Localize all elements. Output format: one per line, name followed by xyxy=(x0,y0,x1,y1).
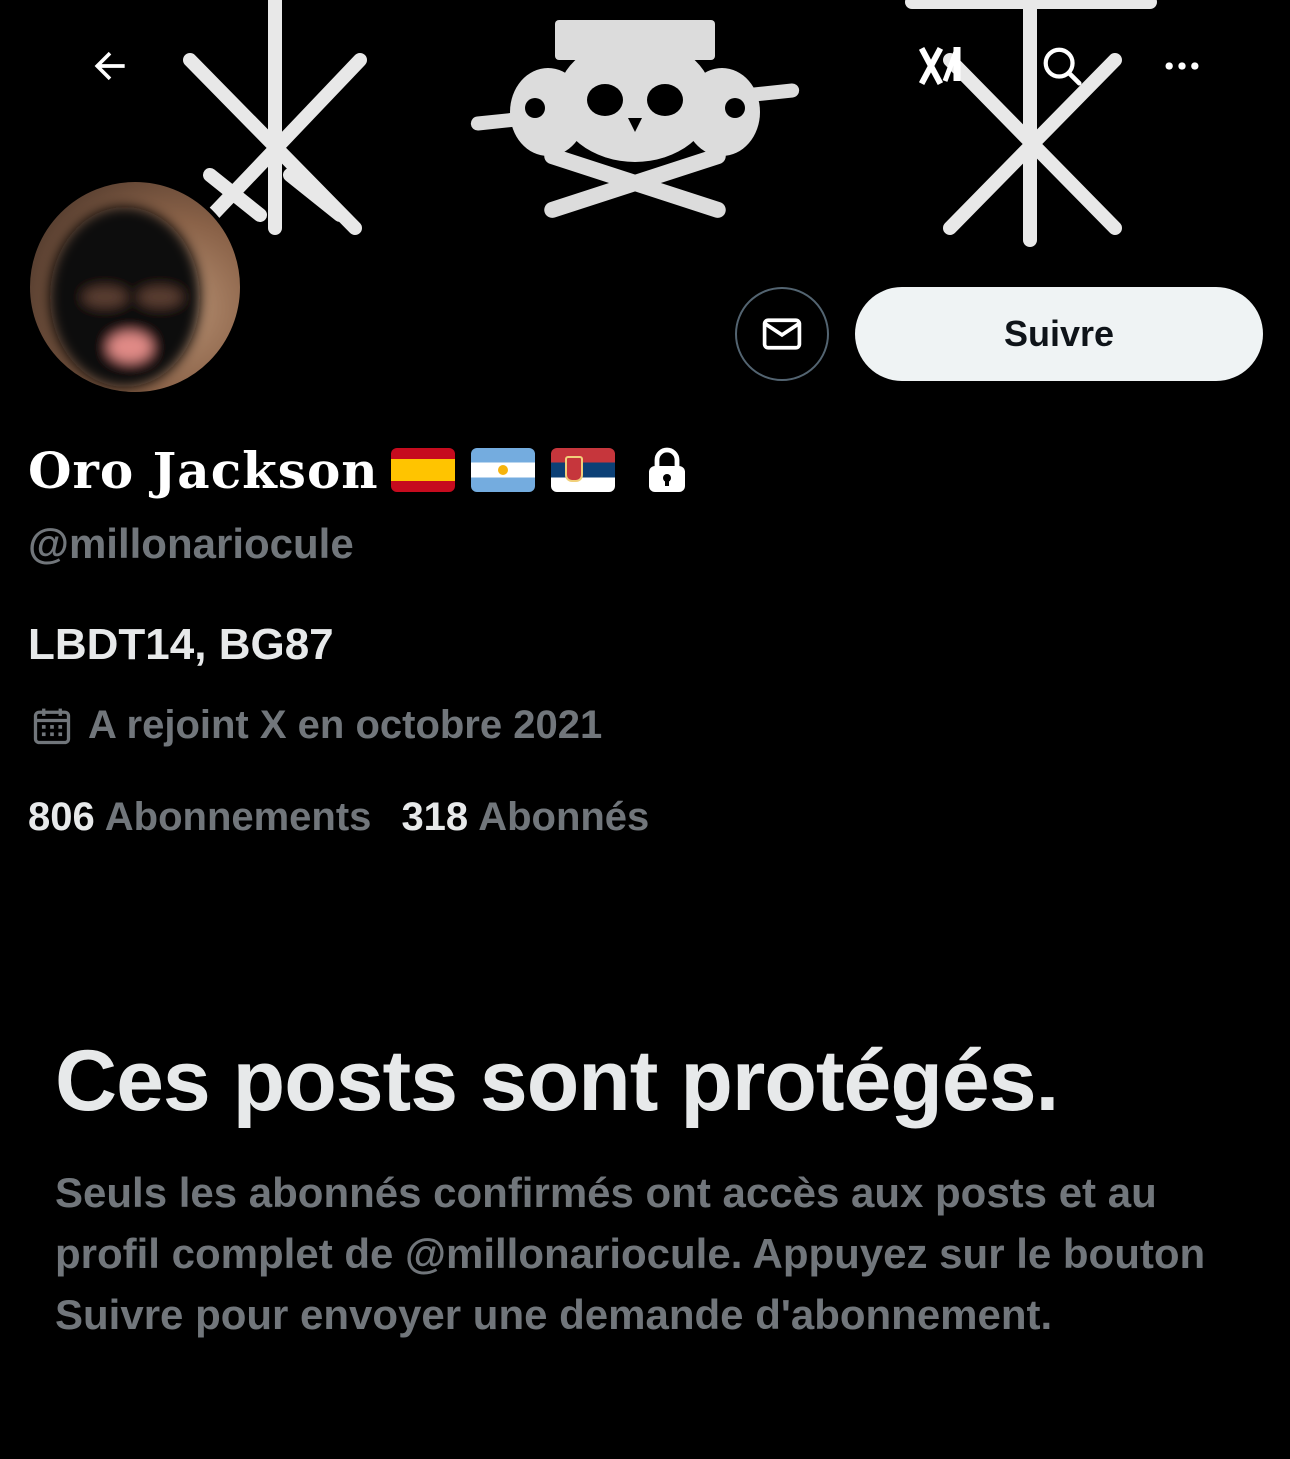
arrow-left-icon xyxy=(94,51,125,81)
protected-posts-message: Seuls les abonnés confirmés ont accès au… xyxy=(55,1169,1206,1338)
display-name-row: Oro Jackson xyxy=(28,435,689,505)
xai-logo-icon xyxy=(919,46,961,86)
more-button[interactable] xyxy=(1140,24,1224,108)
followers-link[interactable]: 318 Abonnés xyxy=(401,795,649,840)
lock-icon xyxy=(645,446,689,494)
profile-bio: LBDT14, BG87 xyxy=(28,620,334,669)
grok-button[interactable] xyxy=(902,24,986,108)
avatar-image xyxy=(50,207,200,387)
serbia-flag-icon xyxy=(550,448,615,492)
back-button[interactable] xyxy=(68,24,152,108)
following-count: 806 xyxy=(28,795,95,839)
username-handle: @millonariocule xyxy=(28,520,354,567)
more-horizontal-icon xyxy=(1165,62,1199,70)
join-date-text: A rejoint X en octobre 2021 xyxy=(88,703,603,747)
search-icon xyxy=(1043,47,1082,86)
join-date: A rejoint X en octobre 2021 xyxy=(30,703,602,748)
argentina-flag-icon xyxy=(470,448,535,492)
envelope-icon xyxy=(762,318,802,350)
message-button[interactable] xyxy=(735,287,829,381)
display-name: Oro Jackson xyxy=(28,440,379,500)
followers-label: Abonnés xyxy=(478,795,650,839)
calendar-icon xyxy=(33,708,71,744)
followers-count: 318 xyxy=(401,795,469,839)
protected-posts-title: Ces posts sont protégés. xyxy=(55,1033,1059,1129)
spain-flag-icon xyxy=(390,448,455,492)
avatar[interactable] xyxy=(26,178,244,396)
search-button[interactable] xyxy=(1020,24,1104,108)
follow-stats: 806 Abonnements 318 Abonnés xyxy=(28,795,679,840)
following-link[interactable]: 806 Abonnements xyxy=(28,795,371,840)
following-label: Abonnements xyxy=(104,795,372,839)
follow-button[interactable]: Suivre xyxy=(855,287,1263,381)
